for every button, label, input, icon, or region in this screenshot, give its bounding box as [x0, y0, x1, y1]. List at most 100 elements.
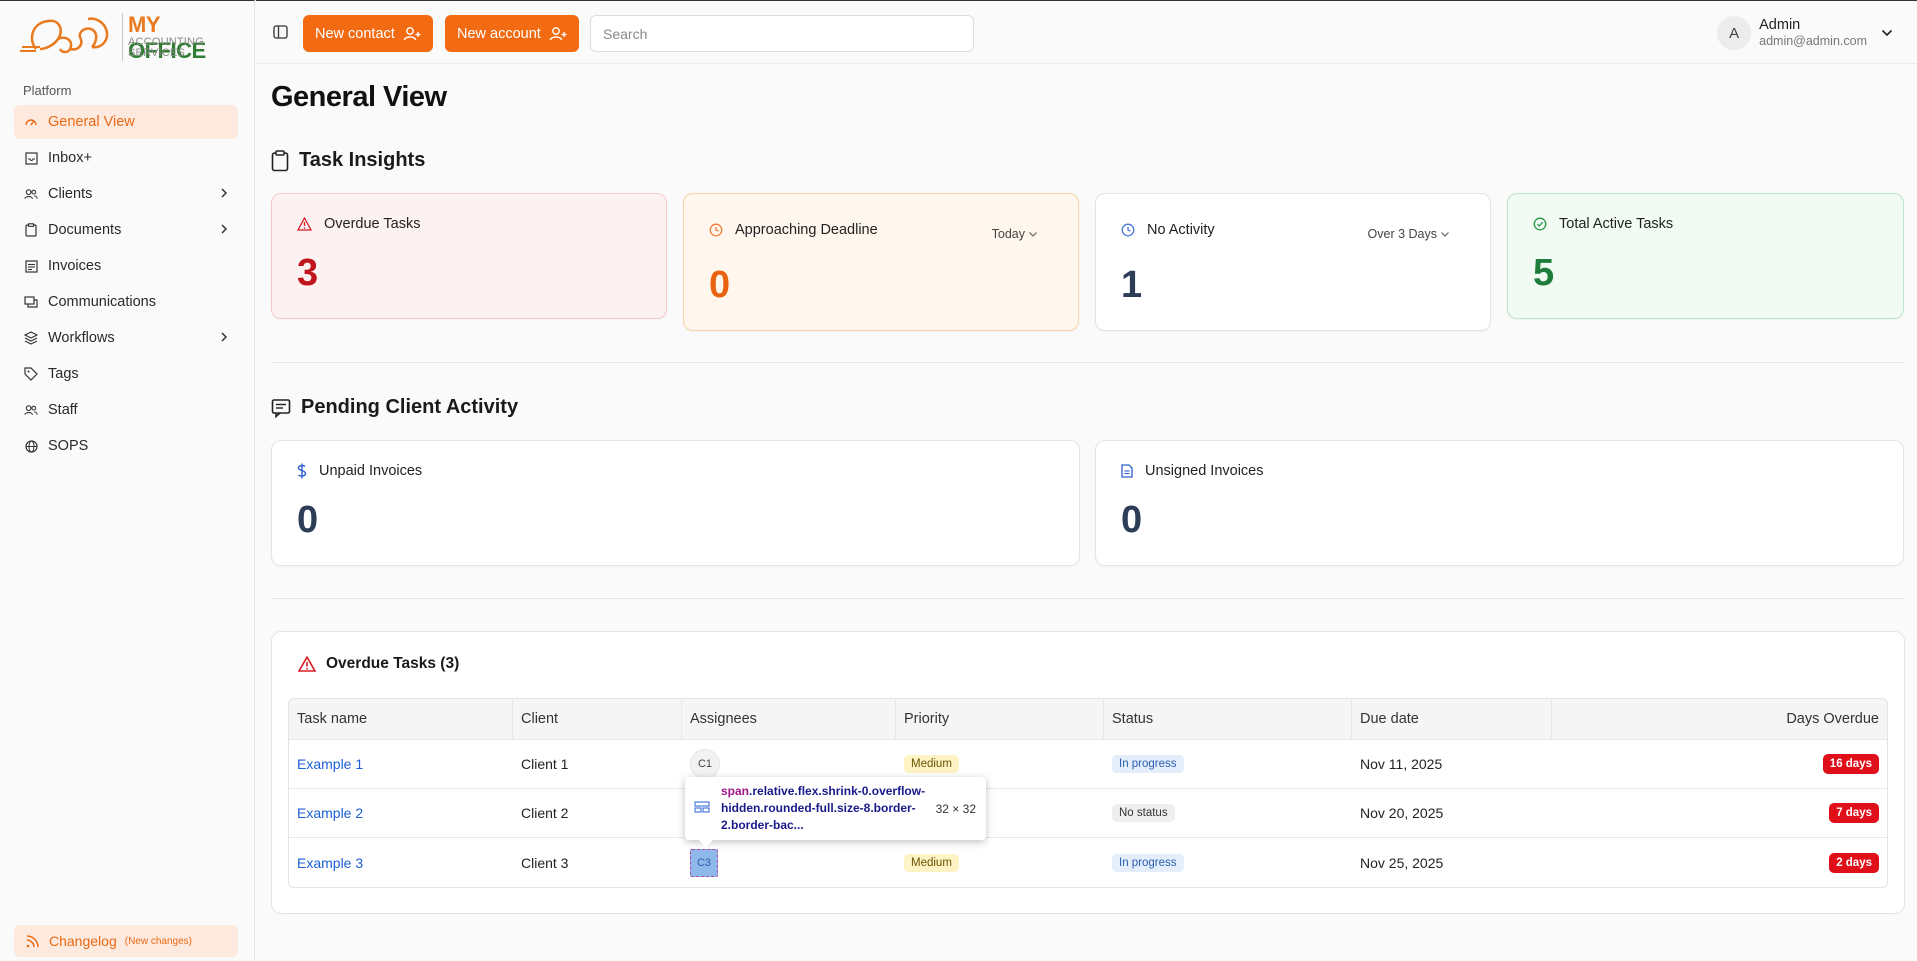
chevron-right-icon — [220, 331, 228, 347]
logo-divider — [122, 13, 123, 61]
alert-triangle-icon — [297, 217, 312, 231]
flex-layout-icon — [694, 801, 710, 818]
column-header[interactable]: Client — [513, 699, 682, 739]
priority-badge: Medium — [904, 755, 959, 773]
layers-icon — [24, 331, 38, 345]
table-row[interactable]: Example 3 Client 3 C3 Medium In progress… — [289, 838, 1887, 887]
card-value: 0 — [297, 499, 319, 541]
sidebar-item-communications[interactable]: Communications — [14, 285, 238, 319]
status-badge: In progress — [1112, 853, 1184, 872]
messages-icon — [24, 295, 38, 309]
new-contact-button[interactable]: New contact — [303, 15, 433, 52]
alert-triangle-icon — [298, 656, 316, 672]
main-content: General View Task Insights Overdue Tasks… — [256, 65, 1917, 961]
card-value: 3 — [297, 252, 319, 294]
card-value: 5 — [1533, 252, 1555, 294]
changelog-button[interactable]: Changelog (New changes) — [14, 925, 238, 957]
sidebar-item-label: Communications — [48, 294, 156, 310]
card-label: Overdue Tasks — [324, 216, 421, 232]
sidebar-item-tags[interactable]: Tags — [14, 357, 238, 391]
assignee-avatar[interactable]: C3 — [690, 848, 718, 877]
column-header[interactable]: Days Overdue — [1552, 699, 1887, 739]
unpaid-invoices-card[interactable]: Unpaid Invoices 0 — [271, 440, 1080, 566]
sidebar-item-label: Inbox+ — [48, 150, 92, 166]
table-row[interactable]: Example 2 Client 2 No status Nov 20, 202… — [289, 789, 1887, 838]
sidebar-toggle-icon[interactable] — [273, 25, 288, 44]
activity-filter-dropdown[interactable]: Over 3 Days — [1368, 227, 1450, 241]
sidebar-nav: General View Inbox+ Clients Documents In… — [14, 105, 238, 465]
clipboard-icon — [24, 223, 38, 237]
card-label: No Activity — [1147, 222, 1215, 238]
brand-logo[interactable]: MY OFFICE ACCOUNTING SERVICES — [18, 9, 238, 63]
avatar: A — [1717, 16, 1752, 50]
task-link[interactable]: Example 2 — [297, 805, 363, 821]
column-header[interactable]: Due date — [1352, 699, 1552, 739]
due-date-cell: Nov 20, 2025 — [1360, 805, 1444, 821]
users-icon — [24, 403, 38, 417]
sidebar-item-staff[interactable]: Staff — [14, 393, 238, 427]
unsigned-invoices-card[interactable]: Unsigned Invoices 0 — [1095, 440, 1904, 566]
gauge-icon — [24, 115, 38, 129]
brand-mark-icon — [20, 17, 109, 54]
approaching-deadline-card[interactable]: Approaching Deadline Today 0 — [683, 193, 1079, 331]
sidebar-item-documents[interactable]: Documents — [14, 213, 238, 247]
overdue-tasks-panel: Overdue Tasks (3) Task name Client Assig… — [271, 631, 1905, 914]
column-header[interactable]: Assignees — [682, 699, 896, 739]
sidebar-item-sops[interactable]: SOPS — [14, 429, 238, 463]
user-plus-icon — [549, 27, 567, 41]
chevron-down-icon — [1881, 29, 1893, 37]
inbox-icon — [24, 151, 38, 165]
table-row[interactable]: Example 1 Client 1 C1 Medium In progress… — [289, 740, 1887, 789]
status-badge: In progress — [1112, 755, 1184, 773]
tag-icon — [24, 367, 38, 381]
sidebar-item-invoices[interactable]: Invoices — [14, 249, 238, 283]
changelog-label: Changelog — [49, 933, 117, 949]
sidebar: MY OFFICE ACCOUNTING SERVICES Platform Ge… — [0, 0, 255, 961]
sidebar-item-inbox[interactable]: Inbox+ — [14, 141, 238, 175]
section-divider — [271, 598, 1905, 599]
deadline-filter-dropdown[interactable]: Today — [992, 227, 1038, 241]
sidebar-item-label: Workflows — [48, 330, 115, 346]
topbar: New contact New account A Admin admin@ad… — [256, 0, 1917, 64]
column-header[interactable]: Priority — [896, 699, 1104, 739]
sidebar-item-workflows[interactable]: Workflows — [14, 321, 238, 355]
search-input[interactable] — [590, 15, 974, 52]
card-label: Unsigned Invoices — [1145, 463, 1264, 479]
days-overdue-badge: 7 days — [1829, 803, 1879, 823]
file-text-icon — [1121, 464, 1133, 478]
no-activity-card[interactable]: No Activity Over 3 Days 1 — [1095, 193, 1491, 331]
changelog-note: (New changes) — [124, 935, 192, 947]
user-name: Admin — [1759, 17, 1801, 33]
task-link[interactable]: Example 1 — [297, 756, 363, 772]
assignee-avatar[interactable]: C1 — [690, 749, 720, 779]
rss-icon — [26, 934, 39, 948]
inspector-selector: span.relative.flex.shrink-0.overflow-hid… — [721, 784, 926, 832]
new-account-button[interactable]: New account — [445, 15, 579, 52]
page-title: General View — [271, 81, 447, 113]
chevron-right-icon — [220, 187, 228, 203]
column-header[interactable]: Task name — [289, 699, 513, 739]
clock-icon — [709, 223, 723, 237]
clipboard-icon — [271, 149, 289, 171]
task-link[interactable]: Example 3 — [297, 855, 363, 871]
total-active-tasks-card[interactable]: Total Active Tasks 5 — [1507, 193, 1904, 319]
days-overdue-badge: 16 days — [1822, 754, 1879, 774]
filter-label: Today — [991, 227, 1025, 241]
card-label: Unpaid Invoices — [319, 463, 423, 479]
column-header[interactable]: Status — [1104, 699, 1352, 739]
user-menu[interactable]: A Admin admin@admin.com — [1717, 15, 1893, 51]
sidebar-item-label: General View — [48, 114, 135, 130]
overdue-tasks-card[interactable]: Overdue Tasks 3 — [271, 193, 667, 319]
sidebar-item-general-view[interactable]: General View — [14, 105, 238, 139]
brand-tagline: ACCOUNTING SERVICES — [128, 36, 204, 59]
sidebar-item-label: Clients — [48, 186, 93, 202]
user-plus-icon — [403, 27, 421, 41]
card-value: 0 — [1121, 499, 1143, 541]
sidebar-item-clients[interactable]: Clients — [14, 177, 238, 211]
user-email: admin@admin.com — [1759, 34, 1867, 48]
client-cell: Client 2 — [521, 805, 569, 821]
priority-badge: Medium — [904, 853, 959, 872]
card-value: 1 — [1121, 264, 1143, 306]
pending-activity-title: Pending Client Activity — [271, 396, 518, 419]
sidebar-item-label: SOPS — [48, 438, 89, 454]
